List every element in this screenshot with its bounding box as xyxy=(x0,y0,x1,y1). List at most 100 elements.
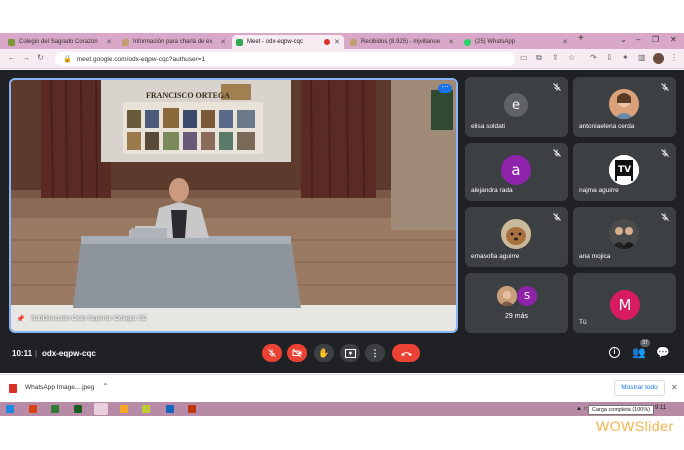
present-screen-button[interactable] xyxy=(340,344,360,362)
main-video-tile[interactable]: FRANCISCO ORTEGA ··· 📌 SubDirección Cicl… xyxy=(9,78,458,333)
downloads-icon[interactable]: ⇩ xyxy=(606,53,613,62)
avatar xyxy=(497,286,517,306)
avatar: e xyxy=(504,93,528,117)
close-downloads-icon[interactable]: ✕ xyxy=(671,383,678,392)
people-count-badge: 37 xyxy=(640,339,650,347)
participant-tile[interactable]: emasofia aguirre xyxy=(465,207,568,267)
participant-tile[interactable]: e elisa soldati xyxy=(465,77,568,137)
participant-name: antoniaelena cerda xyxy=(579,123,635,130)
tab-label: Información para charla de ex xyxy=(133,39,213,45)
close-window-button[interactable]: ✕ xyxy=(670,35,677,44)
meet-favicon-icon xyxy=(236,38,243,46)
new-tab-button[interactable]: + xyxy=(578,33,584,44)
participant-tile[interactable]: a alejandra rada xyxy=(465,143,568,201)
show-all-button[interactable]: Mostrar todo xyxy=(614,380,665,396)
mic-off-icon xyxy=(661,213,669,221)
more-participants-label: 29 más xyxy=(505,313,528,320)
app-icon[interactable] xyxy=(188,405,196,413)
projected-slide-title: FRANCISCO ORTEGA xyxy=(146,91,230,100)
forward-icon[interactable]: → xyxy=(22,53,30,62)
tab-whatsapp[interactable]: (25) WhatsApp ✕ xyxy=(460,35,572,49)
avatar: S xyxy=(517,286,537,306)
mic-off-icon xyxy=(661,149,669,157)
excel-icon[interactable] xyxy=(51,405,59,413)
avatar xyxy=(501,219,531,249)
menu-kebab-icon[interactable]: ⋮ xyxy=(670,53,678,62)
file-icon xyxy=(9,384,17,393)
browser-tab-strip: Colegio del Sagrado Corazón ✕ Informació… xyxy=(0,33,684,49)
pin-icon[interactable]: 📌 xyxy=(16,315,25,323)
app-icon[interactable] xyxy=(142,405,150,413)
tab-informacion[interactable]: Información para charla de ex ✕ xyxy=(118,35,230,49)
close-tab-icon[interactable]: ✕ xyxy=(334,38,340,46)
participant-name: elisa soldati xyxy=(471,123,505,130)
folder-icon[interactable] xyxy=(120,405,128,413)
meeting-code: odx-eqpw-cqc xyxy=(42,349,96,358)
tile-options-icon[interactable]: ··· xyxy=(438,83,452,93)
bookmark-star-icon[interactable]: ☆ xyxy=(568,53,575,62)
powerpoint-icon[interactable] xyxy=(29,405,37,413)
tv-logo-icon: TV xyxy=(609,155,639,185)
tab-recibidos[interactable]: Recibidos (8.925) - mjvillanue ✕ xyxy=(346,35,458,49)
browser-toolbar: ← → ↻ 🔒 meet.google.com/odx-eqpw-cqc?aut… xyxy=(0,49,684,69)
tab-meet[interactable]: Meet - odx-eqpw-cqc ✕ xyxy=(232,35,344,49)
restore-button[interactable]: ❐ xyxy=(652,35,659,44)
chrome-taskbar-icon[interactable] xyxy=(94,403,108,415)
meeting-info-icon[interactable]: i xyxy=(609,347,620,358)
address-bar[interactable]: 🔒 meet.google.com/odx-eqpw-cqc?authuser=… xyxy=(55,52,515,66)
close-tab-icon[interactable]: ✕ xyxy=(106,38,112,46)
translate-icon[interactable]: ⧉ xyxy=(536,53,542,63)
separator: | xyxy=(35,349,38,358)
avatar: M xyxy=(610,290,640,320)
minimize-button[interactable]: – xyxy=(636,35,640,44)
camera-toggle-button[interactable] xyxy=(287,344,307,362)
camera-icon[interactable]: ▭ xyxy=(520,53,528,62)
mic-toggle-button[interactable] xyxy=(262,344,282,362)
extension-icon[interactable]: ↷ xyxy=(590,53,597,62)
participant-tile[interactable]: ana mojica xyxy=(573,207,676,267)
participant-name: najma aguirre xyxy=(579,187,619,194)
profile-photo xyxy=(609,89,639,119)
taskbar-clock: 9:11 xyxy=(655,405,667,411)
puzzle-icon[interactable]: ✦ xyxy=(622,53,629,62)
raise-hand-button[interactable]: ✋ xyxy=(314,344,334,362)
downloads-bar: WhatsApp Image....jpeg ⌃ Mostrar todo ✕ xyxy=(0,374,684,401)
chevron-up-icon[interactable]: ⌃ xyxy=(102,382,109,391)
tab-search-icon[interactable]: ⌄ xyxy=(620,35,627,44)
sidepanel-icon[interactable]: ▥ xyxy=(638,53,646,62)
mic-off-icon xyxy=(268,349,276,357)
tab-colegio[interactable]: Colegio del Sagrado Corazón ✕ xyxy=(4,35,116,49)
leave-call-button[interactable] xyxy=(392,344,420,362)
profile-photo xyxy=(497,286,517,306)
meeting-time: 10:11 xyxy=(12,349,33,358)
people-icon[interactable]: 👥 xyxy=(632,346,646,359)
participant-name: emasofia aguirre xyxy=(471,253,520,260)
share-icon[interactable]: ⇪ xyxy=(552,53,559,62)
more-options-button[interactable]: ⋮ xyxy=(365,344,385,362)
tab-label: (25) WhatsApp xyxy=(475,39,516,45)
chat-icon[interactable]: 💬 xyxy=(656,346,670,359)
self-tile[interactable]: M Tú xyxy=(573,273,676,333)
present-icon xyxy=(344,348,356,358)
back-icon[interactable]: ← xyxy=(8,53,16,62)
close-tab-icon[interactable]: ✕ xyxy=(562,38,568,46)
close-tab-icon[interactable]: ✕ xyxy=(220,38,226,46)
tab-label: Recibidos (8.925) - mjvillanue xyxy=(361,39,441,45)
more-participants-tile[interactable]: S 29 más xyxy=(465,273,568,333)
start-icon[interactable] xyxy=(6,405,14,413)
favicon-icon xyxy=(350,38,357,46)
avatar: a xyxy=(501,155,531,185)
tab-label: Meet - odx-eqpw-cqc xyxy=(247,39,304,45)
profile-avatar[interactable] xyxy=(653,53,664,64)
reload-icon[interactable]: ↻ xyxy=(37,53,44,62)
participant-tile[interactable]: TV najma aguirre xyxy=(573,143,676,201)
tab-label: Colegio del Sagrado Corazón xyxy=(19,39,98,45)
excel-icon[interactable] xyxy=(74,405,82,413)
close-tab-icon[interactable]: ✕ xyxy=(448,38,454,46)
avatar xyxy=(609,89,639,119)
word-icon[interactable] xyxy=(166,405,174,413)
participant-tile[interactable]: antoniaelena cerda xyxy=(573,77,676,137)
participant-name: alejandra rada xyxy=(471,187,513,194)
hand-icon: ✋ xyxy=(318,347,330,358)
download-filename[interactable]: WhatsApp Image....jpeg xyxy=(25,384,94,391)
